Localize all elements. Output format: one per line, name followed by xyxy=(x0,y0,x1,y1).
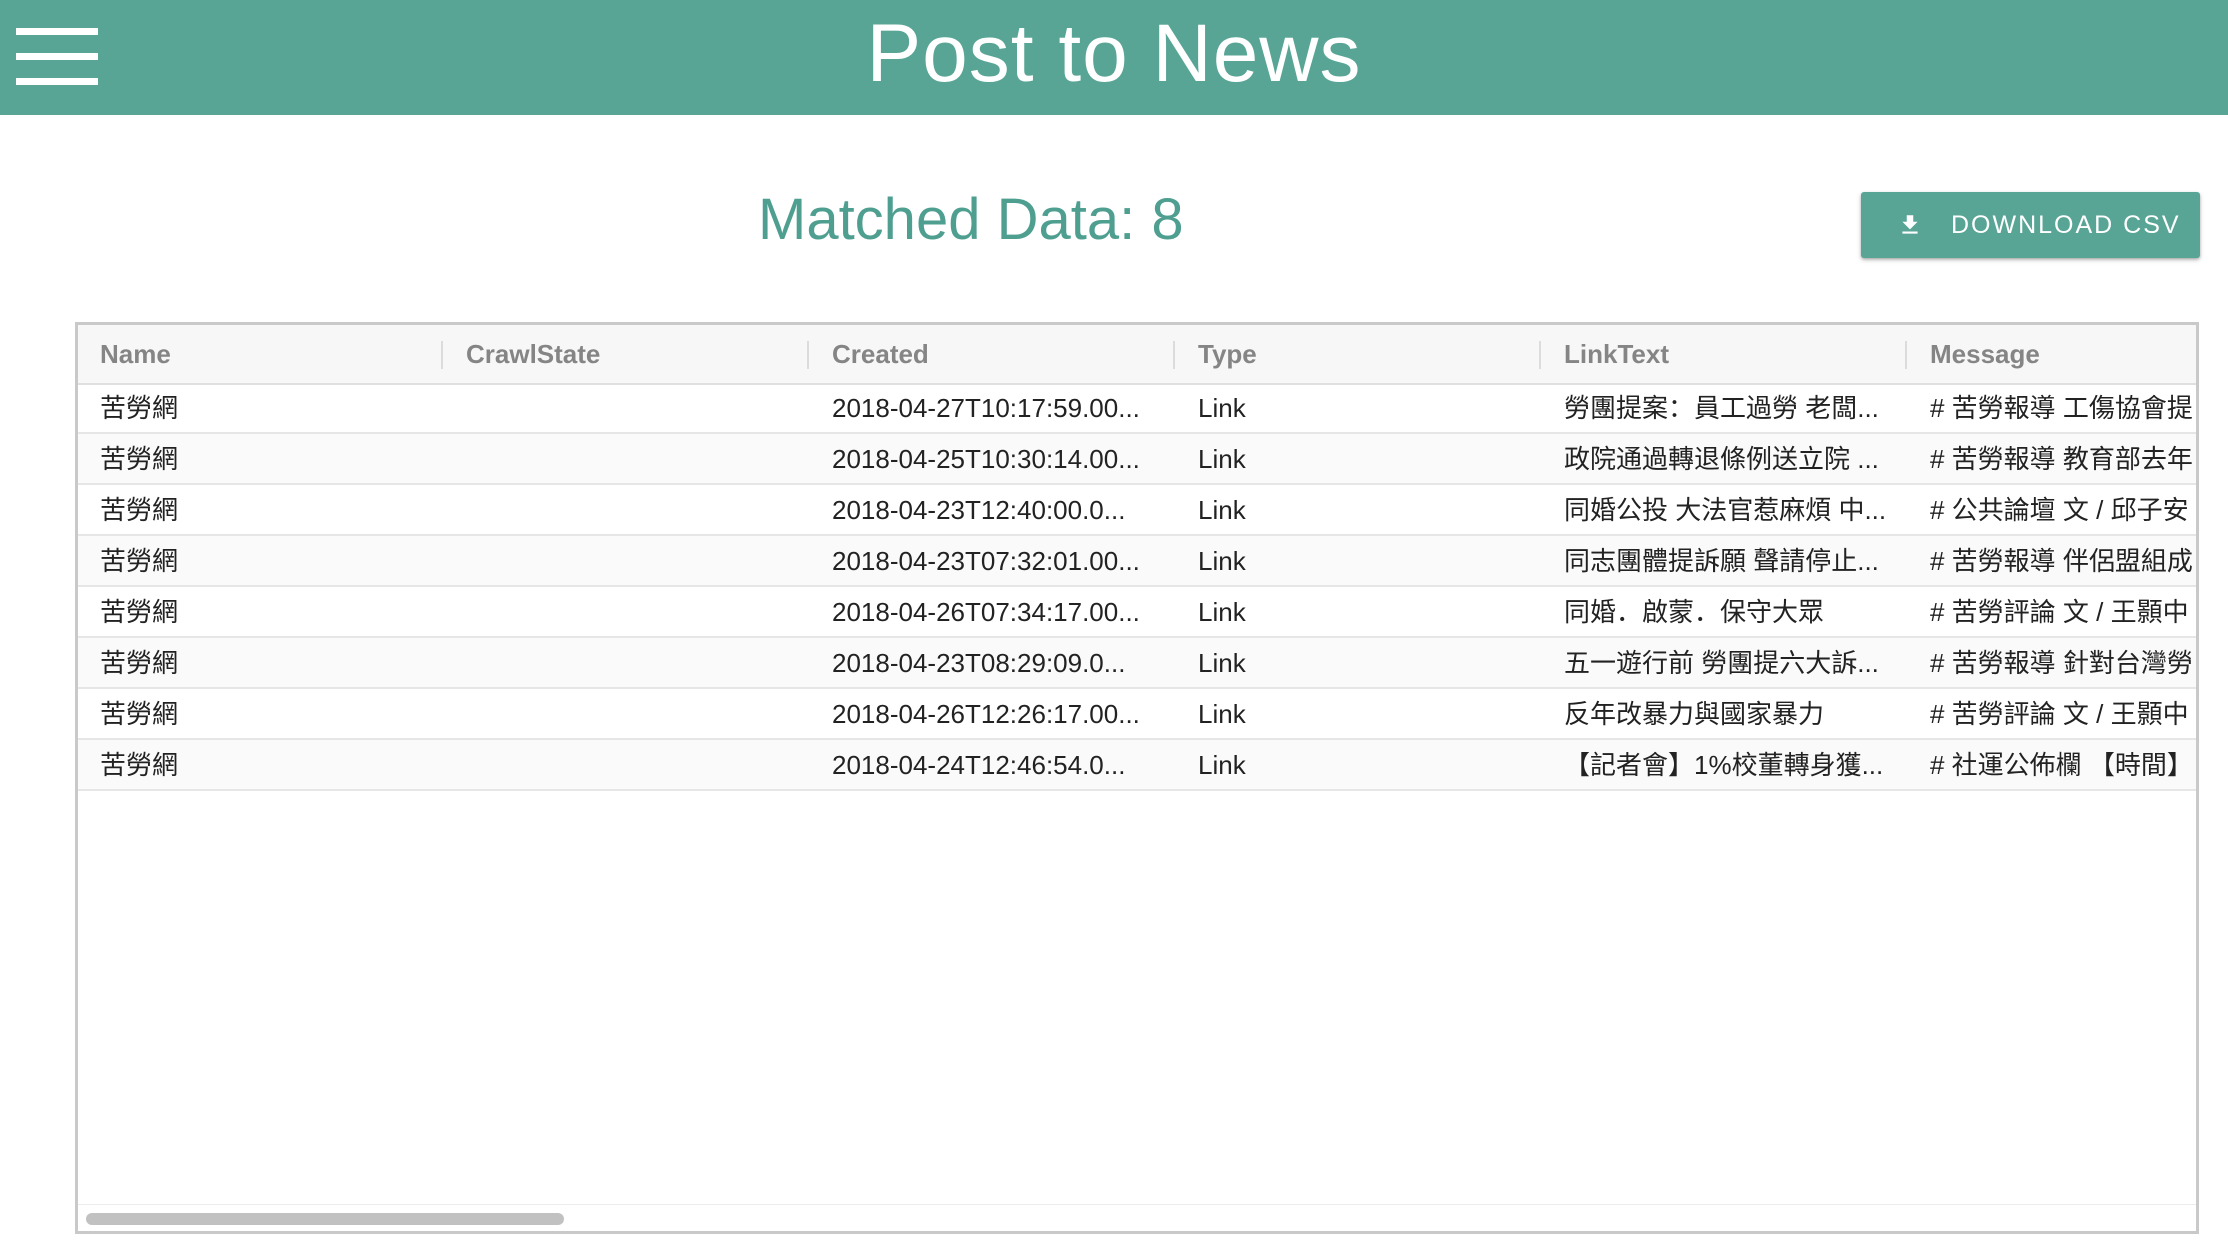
cell-message: # 苦勞報導 伴侶盟組成 xyxy=(1930,546,2193,576)
table-row[interactable]: 苦勞網 2018-04-25T10:30:14.00... Link 政院通過轉… xyxy=(78,434,2196,485)
cell-message: # 苦勞評論 文 / 王顥中 xyxy=(1930,597,2189,627)
cell-crawlstate xyxy=(444,638,810,687)
cell-crawlstate xyxy=(444,689,810,738)
column-header-name[interactable]: Name xyxy=(78,325,444,383)
cell-created: 2018-04-25T10:30:14.00... xyxy=(832,444,1140,474)
cell-type: Link xyxy=(1198,699,1246,729)
table-row[interactable]: 苦勞網 2018-04-23T12:40:00.0... Link 同婚公投 大… xyxy=(78,485,2196,536)
cell-crawlstate xyxy=(444,383,810,432)
cell-name: 苦勞網 xyxy=(100,699,179,729)
cell-linktext: 同志團體提訴願 聲請停止... xyxy=(1564,546,1879,576)
cell-linktext: 同婚．啟蒙．保守大眾 xyxy=(1564,597,1825,627)
matched-count: Matched Data: 8 xyxy=(758,187,1184,252)
cell-crawlstate xyxy=(444,434,810,483)
cell-name: 苦勞網 xyxy=(100,546,179,576)
column-resize-handle[interactable] xyxy=(1905,341,1907,369)
cell-name: 苦勞網 xyxy=(100,444,179,474)
table-row[interactable]: 苦勞網 2018-04-26T12:26:17.00... Link 反年改暴力… xyxy=(78,689,2196,740)
cell-message: # 公共論壇 文 / 邱子安 xyxy=(1930,495,2189,525)
column-resize-handle[interactable] xyxy=(1173,341,1175,369)
app-bar: Post to News xyxy=(0,0,2228,115)
cell-linktext: 同婚公投 大法官惹麻煩 中... xyxy=(1564,495,1887,525)
scrollbar-thumb[interactable] xyxy=(86,1213,564,1225)
table-row[interactable]: 苦勞網 2018-04-23T08:29:09.0... Link 五一遊行前 … xyxy=(78,638,2196,689)
table-header: Name CrawlState Created Type LinkText Me… xyxy=(78,325,2196,385)
data-table: Name CrawlState Created Type LinkText Me… xyxy=(75,322,2199,1234)
table-row[interactable]: 苦勞網 2018-04-24T12:46:54.0... Link 【記者會】1… xyxy=(78,740,2196,791)
cell-created: 2018-04-23T08:29:09.0... xyxy=(832,648,1126,678)
page-title: Post to News xyxy=(866,8,1362,99)
cell-linktext: 勞團提案：員工過勞 老闆... xyxy=(1564,393,1879,423)
download-csv-button[interactable]: DOWNLOAD CSV xyxy=(1861,192,2200,258)
column-header-linktext[interactable]: LinkText xyxy=(1542,325,1908,383)
column-header-crawlstate[interactable]: CrawlState xyxy=(444,325,810,383)
cell-message: # 社運公佈欄 【時間】 xyxy=(1930,750,2193,780)
horizontal-scrollbar[interactable] xyxy=(78,1204,2196,1231)
column-resize-handle[interactable] xyxy=(1539,341,1541,369)
column-header-created[interactable]: Created xyxy=(810,325,1176,383)
cell-created: 2018-04-24T12:46:54.0... xyxy=(832,750,1126,780)
cell-created: 2018-04-26T07:34:17.00... xyxy=(832,597,1140,627)
cell-name: 苦勞網 xyxy=(100,750,179,780)
cell-crawlstate xyxy=(444,587,810,636)
cell-created: 2018-04-23T07:32:01.00... xyxy=(832,546,1140,576)
cell-message: # 苦勞報導 教育部去年 xyxy=(1930,444,2193,474)
cell-crawlstate xyxy=(444,485,810,534)
download-icon xyxy=(1902,215,1918,234)
cell-crawlstate xyxy=(444,536,810,585)
cell-name: 苦勞網 xyxy=(100,393,179,423)
cell-type: Link xyxy=(1198,648,1246,678)
cell-name: 苦勞網 xyxy=(100,597,179,627)
table-row[interactable]: 苦勞網 2018-04-23T07:32:01.00... Link 同志團體提… xyxy=(78,536,2196,587)
cell-type: Link xyxy=(1198,597,1246,627)
cell-created: 2018-04-26T12:26:17.00... xyxy=(832,699,1140,729)
cell-linktext: 政院通過轉退條例送立院 ... xyxy=(1564,444,1879,474)
cell-type: Link xyxy=(1198,444,1246,474)
table-row[interactable]: 苦勞網 2018-04-27T10:17:59.00... Link 勞團提案：… xyxy=(78,383,2196,434)
cell-created: 2018-04-23T12:40:00.0... xyxy=(832,495,1126,525)
column-resize-handle[interactable] xyxy=(807,341,809,369)
cell-crawlstate xyxy=(444,740,810,789)
cell-created: 2018-04-27T10:17:59.00... xyxy=(832,393,1140,423)
cell-type: Link xyxy=(1198,546,1246,576)
cell-name: 苦勞網 xyxy=(100,495,179,525)
cell-type: Link xyxy=(1198,393,1246,423)
column-header-type[interactable]: Type xyxy=(1176,325,1542,383)
table-row[interactable]: 苦勞網 2018-04-26T07:34:17.00... Link 同婚．啟蒙… xyxy=(78,587,2196,638)
download-csv-label: DOWNLOAD CSV xyxy=(1951,210,2181,239)
cell-linktext: 五一遊行前 勞團提六大訴... xyxy=(1564,648,1879,678)
cell-type: Link xyxy=(1198,495,1246,525)
cell-message: # 苦勞評論 文 / 王顥中 xyxy=(1930,699,2189,729)
column-resize-handle[interactable] xyxy=(441,341,443,369)
cell-name: 苦勞網 xyxy=(100,648,179,678)
cell-type: Link xyxy=(1198,750,1246,780)
cell-linktext: 反年改暴力與國家暴力 xyxy=(1564,699,1825,729)
cell-message: # 苦勞報導 工傷協會提 xyxy=(1930,393,2193,423)
cell-linktext: 【記者會】1%校董轉身獲... xyxy=(1564,750,1884,780)
column-header-message[interactable]: Message xyxy=(1908,325,2196,383)
cell-message: # 苦勞報導 針對台灣勞 xyxy=(1930,648,2193,678)
